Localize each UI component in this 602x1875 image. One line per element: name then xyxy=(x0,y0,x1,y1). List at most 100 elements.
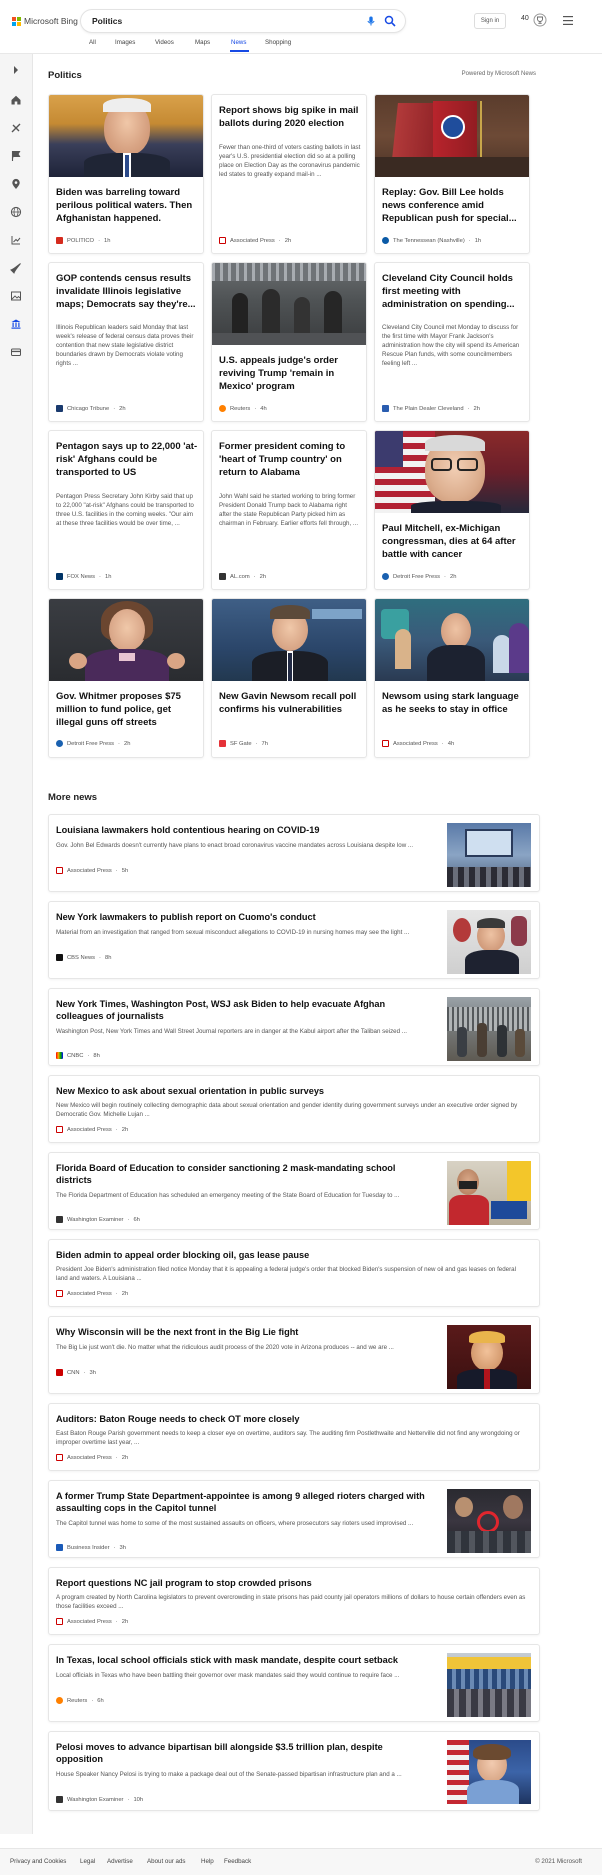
news-source[interactable]: Reuters · 4h xyxy=(219,405,267,412)
tab-all[interactable]: All xyxy=(89,39,96,46)
footer-link-advertise[interactable]: Advertise xyxy=(107,1858,133,1865)
footer-link-legal[interactable]: Legal xyxy=(80,1858,95,1865)
rewards-points[interactable]: 40 xyxy=(521,15,529,22)
news-card[interactable]: Cleveland City Council holds first meeti… xyxy=(374,262,530,422)
tools-icon[interactable] xyxy=(10,122,22,134)
news-title[interactable]: Newsom using stark language as he seeks … xyxy=(382,690,524,716)
news-title[interactable]: Report questions NC jail program to stop… xyxy=(56,1577,526,1589)
microphone-icon[interactable] xyxy=(365,15,377,27)
news-title[interactable]: GOP contends census results invalidate I… xyxy=(56,272,198,311)
bing-logo[interactable]: Microsoft Bing xyxy=(12,15,78,27)
news-title[interactable]: New Gavin Newsom recall poll confirms hi… xyxy=(219,690,361,716)
footer-link-help[interactable]: Help xyxy=(201,1858,214,1865)
news-source[interactable]: Associated Press · 2h xyxy=(56,1454,128,1461)
search-icon[interactable] xyxy=(384,15,396,27)
news-source[interactable]: Associated Press · 2h xyxy=(56,1126,128,1133)
flag-icon[interactable] xyxy=(10,150,22,162)
news-source[interactable]: Associated Press · 2h xyxy=(219,237,291,244)
news-source[interactable]: Chicago Tribune · 2h xyxy=(56,405,126,412)
news-title[interactable]: Louisiana lawmakers hold contentious hea… xyxy=(56,824,436,836)
tab-videos[interactable]: Videos xyxy=(155,39,174,46)
news-title[interactable]: Why Wisconsin will be the next front in … xyxy=(56,1326,436,1338)
tab-maps[interactable]: Maps xyxy=(195,39,210,46)
news-card[interactable]: New Gavin Newsom recall poll confirms hi… xyxy=(211,598,367,758)
tab-news[interactable]: News xyxy=(231,39,246,46)
news-source[interactable]: CBS News · 8h xyxy=(56,954,111,961)
news-list-item[interactable]: Auditors: Baton Rouge needs to check OT … xyxy=(48,1403,540,1471)
news-title[interactable]: New Mexico to ask about sexual orientati… xyxy=(56,1085,526,1097)
rocket-icon[interactable] xyxy=(10,262,22,274)
news-source[interactable]: Reuters · 6h xyxy=(56,1697,104,1704)
news-source[interactable]: FOX News · 1h xyxy=(56,573,111,580)
rewards-trophy-icon[interactable] xyxy=(533,13,547,27)
news-source[interactable]: The Plain Dealer Cleveland · 2h xyxy=(382,405,480,412)
news-title[interactable]: Biden was barreling toward perilous poli… xyxy=(56,186,198,225)
globe-icon[interactable] xyxy=(10,206,22,218)
news-list-item[interactable]: Pelosi moves to advance bipartisan bill … xyxy=(48,1731,540,1811)
news-list-item[interactable]: Biden admin to appeal order blocking oil… xyxy=(48,1239,540,1307)
powered-by-label[interactable]: Powered by Microsoft News xyxy=(462,71,536,77)
news-title[interactable]: Replay: Gov. Bill Lee holds news confere… xyxy=(382,186,524,225)
news-title[interactable]: Former president coming to 'heart of Tru… xyxy=(219,440,361,479)
news-title[interactable]: Biden admin to appeal order blocking oil… xyxy=(56,1249,526,1261)
news-card[interactable]: Paul Mitchell, ex-Michigan congressman, … xyxy=(374,430,530,590)
news-card[interactable]: GOP contends census results invalidate I… xyxy=(48,262,204,422)
news-source[interactable]: Associated Press · 5h xyxy=(56,867,128,874)
news-title[interactable]: Pelosi moves to advance bipartisan bill … xyxy=(56,1741,406,1765)
tab-images[interactable]: Images xyxy=(115,39,135,46)
news-source[interactable]: Business Insider · 3h xyxy=(56,1544,126,1551)
news-list-item[interactable]: Louisiana lawmakers hold contentious hea… xyxy=(48,814,540,892)
news-card[interactable]: Report shows big spike in mail ballots d… xyxy=(211,94,367,254)
news-source[interactable]: CNN · 3h xyxy=(56,1369,96,1376)
footer-link-privacy[interactable]: Privacy and Cookies xyxy=(10,1858,66,1865)
news-list-item[interactable]: Report questions NC jail program to stop… xyxy=(48,1567,540,1635)
expand-chevron-icon[interactable] xyxy=(10,64,22,76)
news-title[interactable]: New York Times, Washington Post, WSJ ask… xyxy=(56,998,416,1022)
news-card[interactable]: Newsom using stark language as he seeks … xyxy=(374,598,530,758)
news-source[interactable]: POLITICO · 1h xyxy=(56,237,110,244)
footer-link-feedback[interactable]: Feedback xyxy=(224,1858,251,1865)
politics-building-icon[interactable] xyxy=(10,318,22,330)
tab-shopping[interactable]: Shopping xyxy=(265,39,291,46)
news-source[interactable]: CNBC · 8h xyxy=(56,1052,100,1059)
sign-in-button[interactable]: Sign in xyxy=(474,13,506,29)
location-pin-icon[interactable] xyxy=(10,178,22,190)
news-source[interactable]: Detroit Free Press · 2h xyxy=(382,573,456,580)
chart-icon[interactable] xyxy=(10,234,22,246)
news-card[interactable]: U.S. appeals judge's order reviving Trum… xyxy=(211,262,367,422)
news-list-item[interactable]: Florida Board of Education to consider s… xyxy=(48,1152,540,1230)
news-list-item[interactable]: New York lawmakers to publish report on … xyxy=(48,901,540,979)
menu-icon[interactable] xyxy=(563,16,573,25)
news-list-item[interactable]: In Texas, local school officials stick w… xyxy=(48,1644,540,1722)
wallet-icon[interactable] xyxy=(10,346,22,358)
news-list-item[interactable]: Why Wisconsin will be the next front in … xyxy=(48,1316,540,1394)
home-icon[interactable] xyxy=(10,94,22,106)
news-list-item[interactable]: New York Times, Washington Post, WSJ ask… xyxy=(48,988,540,1066)
search-box[interactable]: Politics xyxy=(81,10,405,32)
news-card[interactable]: Biden was barreling toward perilous poli… xyxy=(48,94,204,254)
news-list-item[interactable]: A former Trump State Department-appointe… xyxy=(48,1480,540,1558)
news-title[interactable]: In Texas, local school officials stick w… xyxy=(56,1654,436,1666)
news-source[interactable]: AL.com · 2h xyxy=(219,573,266,580)
news-card[interactable]: Former president coming to 'heart of Tru… xyxy=(211,430,367,590)
news-title[interactable]: Auditors: Baton Rouge needs to check OT … xyxy=(56,1413,526,1425)
news-source[interactable]: The Tennessean (Nashville) · 1h xyxy=(382,237,481,244)
news-source[interactable]: Detroit Free Press · 2h xyxy=(56,740,130,747)
news-title[interactable]: U.S. appeals judge's order reviving Trum… xyxy=(219,354,361,393)
news-title[interactable]: Paul Mitchell, ex-Michigan congressman, … xyxy=(382,522,524,561)
news-source[interactable]: Associated Press · 2h xyxy=(56,1618,128,1625)
news-card[interactable]: Pentagon says up to 22,000 'at-risk' Afg… xyxy=(48,430,204,590)
image-icon[interactable] xyxy=(10,290,22,302)
news-source[interactable]: Washington Examiner · 6h xyxy=(56,1216,140,1223)
news-title[interactable]: Report shows big spike in mail ballots d… xyxy=(219,104,361,130)
news-list-item[interactable]: New Mexico to ask about sexual orientati… xyxy=(48,1075,540,1143)
news-title[interactable]: Cleveland City Council holds first meeti… xyxy=(382,272,524,311)
news-title[interactable]: New York lawmakers to publish report on … xyxy=(56,911,436,923)
search-input[interactable]: Politics xyxy=(92,16,122,26)
news-title[interactable]: Gov. Whitmer proposes $75 million to fun… xyxy=(56,690,198,729)
news-title[interactable]: A former Trump State Department-appointe… xyxy=(56,1490,426,1514)
footer-link-about-ads[interactable]: About our ads xyxy=(147,1858,186,1865)
news-source[interactable]: Associated Press · 4h xyxy=(382,740,454,747)
news-source[interactable]: SF Gate · 7h xyxy=(219,740,268,747)
news-title[interactable]: Florida Board of Education to consider s… xyxy=(56,1162,416,1186)
